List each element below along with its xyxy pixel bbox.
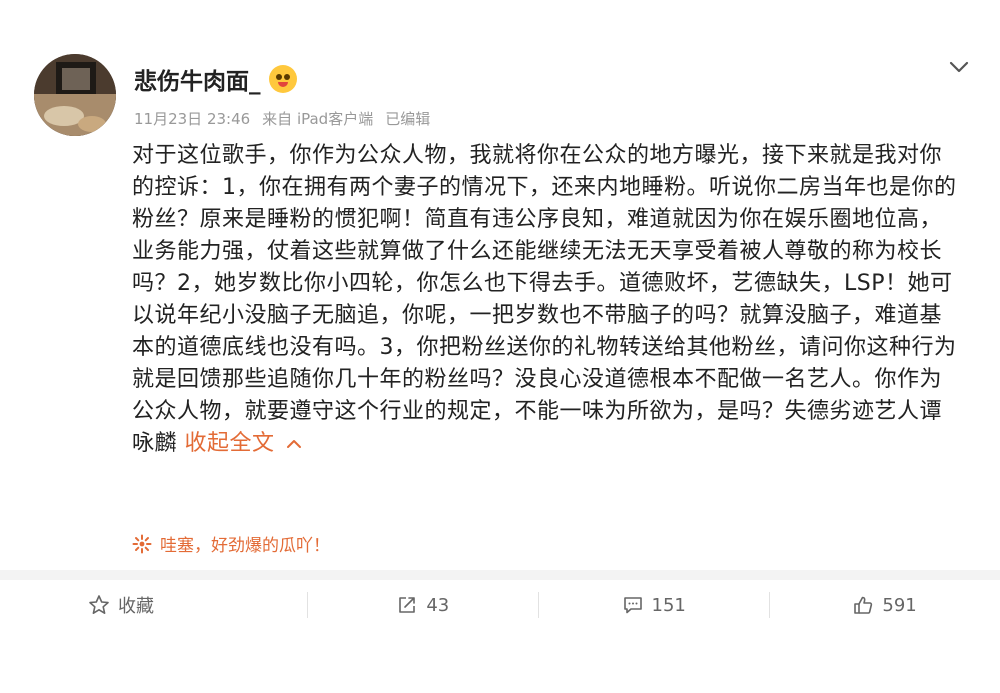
- repost-icon: [399, 597, 416, 613]
- post-date: 11月23日 23:46: [134, 110, 251, 128]
- chevron-down-icon[interactable]: [946, 54, 972, 80]
- edited-label: 已编辑: [385, 110, 431, 128]
- chevron-up-icon[interactable]: [285, 438, 303, 450]
- repost-button[interactable]: 43: [307, 580, 538, 630]
- favorite-button[interactable]: 收藏: [0, 580, 307, 630]
- highlight-comment[interactable]: 哇塞，好劲爆的瓜吖！: [132, 531, 330, 556]
- post-meta: 11月23日 23:46 来自 iPad客户端 已编辑: [134, 108, 430, 129]
- highlight-text[interactable]: 哇塞，好劲爆的瓜吖！: [160, 531, 330, 556]
- favorite-label[interactable]: 收藏: [118, 592, 154, 618]
- thumbs-up-icon: [854, 596, 873, 614]
- comment-icon: [623, 597, 642, 614]
- sparkle-icon: [132, 534, 152, 553]
- repost-count[interactable]: 43: [426, 595, 449, 616]
- comment-count[interactable]: 151: [652, 595, 686, 616]
- like-count[interactable]: 591: [882, 595, 916, 616]
- star-icon: [89, 595, 109, 615]
- avatar[interactable]: [34, 54, 116, 136]
- comment-button[interactable]: 151: [538, 580, 769, 630]
- action-bar: 收藏 43 151 591: [0, 580, 1000, 630]
- post-content: 对于这位歌手，你作为公众人物，我就将你在公众的地方曝光，接下来就是我对你的控诉：…: [132, 140, 962, 460]
- username[interactable]: 悲伤牛肉面_: [134, 62, 261, 96]
- post-source: 来自 iPad客户端: [262, 110, 374, 128]
- like-button[interactable]: 591: [769, 580, 1000, 630]
- divider: [0, 570, 1000, 580]
- laughing-emoji-icon: [268, 65, 297, 93]
- collapse-label[interactable]: 收起全文: [185, 431, 275, 456]
- post-author[interactable]: 悲伤牛肉面_: [134, 62, 297, 96]
- collapse-full-text-link[interactable]: 收起全文: [185, 431, 303, 456]
- post-text: 对于这位歌手，你作为公众人物，我就将你在公众的地方曝光，接下来就是我对你的控诉：…: [132, 143, 957, 456]
